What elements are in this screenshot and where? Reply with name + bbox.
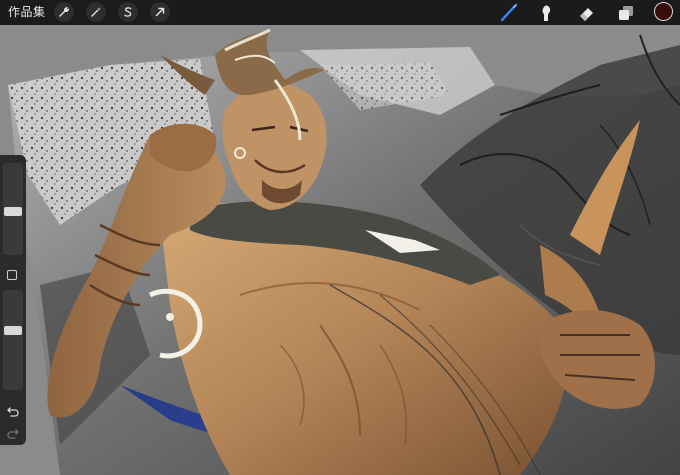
drawing-canvas[interactable]	[0, 25, 680, 475]
eraser-tool-button[interactable]	[576, 2, 598, 23]
layers-button[interactable]	[615, 2, 637, 23]
brush-icon	[500, 3, 517, 21]
procreate-app: 作品集	[0, 0, 680, 475]
adjustments-button[interactable]	[86, 2, 106, 22]
wrench-icon	[59, 6, 70, 17]
modify-button[interactable]	[7, 270, 17, 280]
selection-button[interactable]	[118, 2, 138, 22]
gallery-button[interactable]: 作品集	[8, 5, 46, 19]
brush-opacity-slider[interactable]	[3, 290, 23, 390]
brush-sidebar	[0, 155, 26, 445]
magic-wand-icon	[91, 7, 101, 17]
redo-button[interactable]	[4, 425, 22, 441]
eraser-icon	[580, 7, 593, 21]
brush-tool-button[interactable]	[498, 2, 520, 23]
arrow-cursor-icon	[155, 7, 165, 17]
brush-opacity-handle[interactable]	[4, 326, 22, 335]
redo-arrow-icon	[7, 428, 19, 439]
undo-button[interactable]	[4, 403, 22, 419]
artwork-illustration	[0, 25, 680, 475]
selection-s-icon	[124, 7, 132, 17]
smudge-tool-button[interactable]	[535, 2, 557, 23]
transform-button[interactable]	[150, 2, 170, 22]
undo-arrow-icon	[7, 406, 19, 417]
actions-button[interactable]	[54, 2, 74, 22]
layers-icon	[619, 5, 633, 20]
smudge-icon	[542, 5, 551, 21]
top-toolbar: 作品集	[0, 0, 680, 25]
brush-size-handle[interactable]	[4, 207, 22, 216]
color-picker-swatch[interactable]	[654, 2, 673, 21]
brush-size-slider[interactable]	[3, 163, 23, 255]
